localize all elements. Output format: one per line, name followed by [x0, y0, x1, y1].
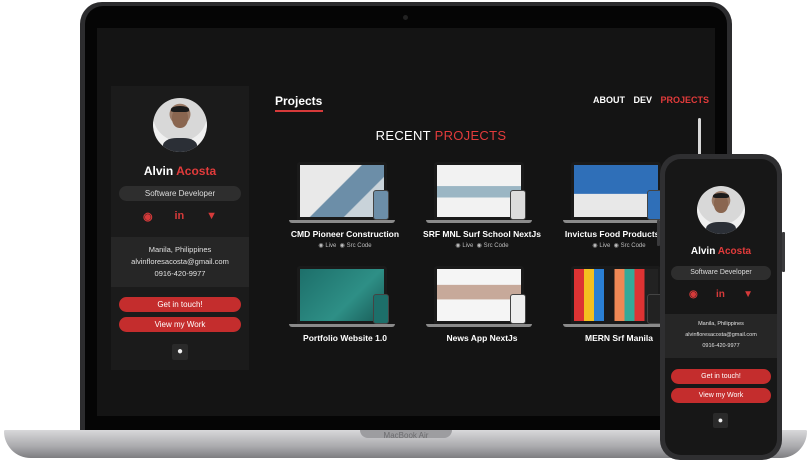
contact-info: Manila, Philippines alvinfloresacosta@gm…	[665, 314, 777, 358]
project-phone-preview	[373, 294, 389, 324]
last-name: Acosta	[176, 164, 217, 178]
last-name: Acosta	[717, 246, 752, 257]
title-underline	[275, 110, 323, 112]
nav-item-projects[interactable]: PROJECTS	[661, 95, 710, 105]
view-work-button[interactable]: View my Work	[671, 388, 771, 403]
github-icon[interactable]: ◉	[689, 289, 698, 300]
top-nav: ABOUT DEV PROJECTS	[587, 95, 709, 105]
role-badge: Software Developer	[119, 186, 241, 201]
lightbulb-icon[interactable]: ●	[172, 344, 188, 360]
project-title[interactable]: SRF MNL Surf School NextJs	[402, 229, 562, 239]
phone-side-button	[782, 232, 785, 272]
project-phone-preview	[510, 294, 526, 324]
nav-item-dev[interactable]: DEV	[634, 95, 653, 105]
live-link[interactable]: Live	[325, 243, 336, 249]
gitlab-icon[interactable]: ▼	[206, 210, 217, 223]
project-title[interactable]: CMD Pioneer Construction	[265, 229, 425, 239]
project-links: ◉ Live ◉ Src Code	[285, 242, 405, 249]
src-code-link[interactable]: Src Code	[621, 243, 646, 249]
email-text[interactable]: alvinfloresacosta@gmail.com	[665, 330, 777, 341]
live-link[interactable]: Live	[462, 243, 473, 249]
social-links: ◉ in ▼	[143, 210, 217, 223]
page-title: Projects	[275, 94, 323, 108]
project-card[interactable]: News App NextJs	[422, 266, 542, 360]
github-icon[interactable]: ◉	[143, 210, 153, 223]
src-code-link[interactable]: Src Code	[484, 243, 509, 249]
project-card[interactable]: Portfolio Website 1.0	[285, 266, 405, 360]
avatar	[697, 186, 745, 234]
code-icon: ◉	[476, 243, 482, 249]
social-links: ◉ in ▼	[689, 289, 753, 300]
get-in-touch-button[interactable]: Get in touch!	[119, 297, 241, 312]
code-icon: ◉	[339, 243, 345, 249]
phone-text[interactable]: 0916-420-9977	[111, 268, 249, 280]
eye-icon: ◉	[455, 243, 461, 249]
src-code-link[interactable]: Src Code	[347, 243, 372, 249]
laptop-screen: Alvin Acosta Software Developer ◉ in ▼ M…	[97, 28, 715, 416]
phone-screen: Alvin Acosta Software Developer ◉ in ▼ M…	[665, 159, 777, 455]
view-work-button[interactable]: View my Work	[119, 317, 241, 332]
eye-icon: ◉	[318, 243, 324, 249]
section-title-highlight: PROJECTS	[434, 128, 507, 143]
project-title[interactable]: Portfolio Website 1.0	[265, 333, 425, 343]
live-link[interactable]: Live	[599, 243, 610, 249]
laptop-brand-label: MacBook Air	[383, 431, 429, 440]
get-in-touch-button[interactable]: Get in touch!	[671, 369, 771, 384]
device-mockup: Alvin Acosta Software Developer ◉ in ▼ M…	[0, 0, 811, 464]
first-name: Alvin	[690, 246, 716, 257]
profile-card: Alvin Acosta Software Developer ◉ in ▼ M…	[111, 86, 249, 370]
avatar	[153, 98, 207, 152]
project-card[interactable]: CMD Pioneer Construction ◉ Live ◉ Src Co…	[285, 162, 405, 256]
email-text[interactable]: alvinfloresacosta@gmail.com	[111, 256, 249, 268]
first-name: Alvin	[143, 164, 174, 178]
lightbulb-icon[interactable]: ●	[713, 413, 728, 428]
project-card[interactable]: SRF MNL Surf School NextJs ◉ Live ◉ Src …	[422, 162, 542, 256]
linkedin-icon[interactable]: in	[174, 210, 184, 223]
project-phone-preview	[373, 190, 389, 220]
camera-icon	[403, 15, 408, 20]
section-title-prefix: RECENT	[375, 128, 431, 143]
project-phone-preview	[510, 190, 526, 220]
location-text: Manila, Philippines	[698, 321, 744, 327]
role-badge: Software Developer	[671, 266, 771, 280]
profile-name: Alvin Acosta	[111, 164, 249, 178]
code-icon: ◉	[613, 243, 619, 249]
eye-icon: ◉	[592, 243, 598, 249]
profile-name: Alvin Acosta	[665, 246, 777, 257]
project-title[interactable]: News App NextJs	[402, 333, 562, 343]
contact-info: Manila, Philippines alvinfloresacosta@gm…	[111, 237, 249, 287]
gitlab-icon[interactable]: ▼	[743, 289, 753, 300]
project-links: ◉ Live ◉ Src Code	[422, 242, 542, 249]
location-text: Manila, Philippines	[148, 245, 212, 254]
section-title: RECENT PROJECTS	[347, 128, 535, 143]
phone-text[interactable]: 0916-420-9977	[665, 341, 777, 352]
nav-item-about[interactable]: ABOUT	[593, 95, 625, 105]
linkedin-icon[interactable]: in	[716, 289, 725, 300]
